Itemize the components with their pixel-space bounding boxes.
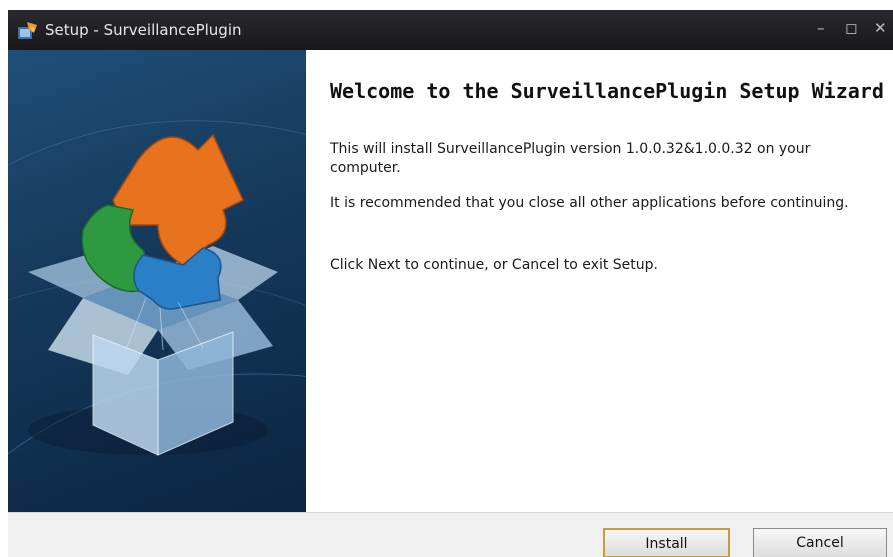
page-title: Welcome to the SurveillancePlugin Setup …: [330, 79, 884, 103]
puzzle-box-illustration: [8, 120, 306, 456]
cancel-button[interactable]: Cancel: [753, 528, 887, 557]
close-icon[interactable]: ✕: [874, 19, 887, 37]
window-title: Setup - SurveillancePlugin: [45, 21, 242, 39]
setup-installer-icon: [18, 22, 37, 39]
setup-window: Setup - SurveillancePlugin – ◻ ✕ Welcome…: [8, 10, 893, 557]
install-description: This will install SurveillancePlugin ver…: [330, 141, 811, 176]
wizard-banner: [8, 50, 306, 512]
close-apps-recommendation: It is recommended that you close all oth…: [330, 195, 849, 211]
welcome-page: Welcome to the SurveillancePlugin Setup …: [306, 50, 893, 512]
minimize-icon[interactable]: –: [817, 19, 825, 37]
next-instruction: Click Next to continue, or Cancel to exi…: [330, 257, 658, 273]
install-button[interactable]: Install: [603, 528, 730, 557]
maximize-icon[interactable]: ◻: [845, 19, 857, 37]
button-bar: Install Cancel: [8, 512, 893, 557]
title-bar[interactable]: Setup - SurveillancePlugin – ◻ ✕: [8, 10, 893, 50]
